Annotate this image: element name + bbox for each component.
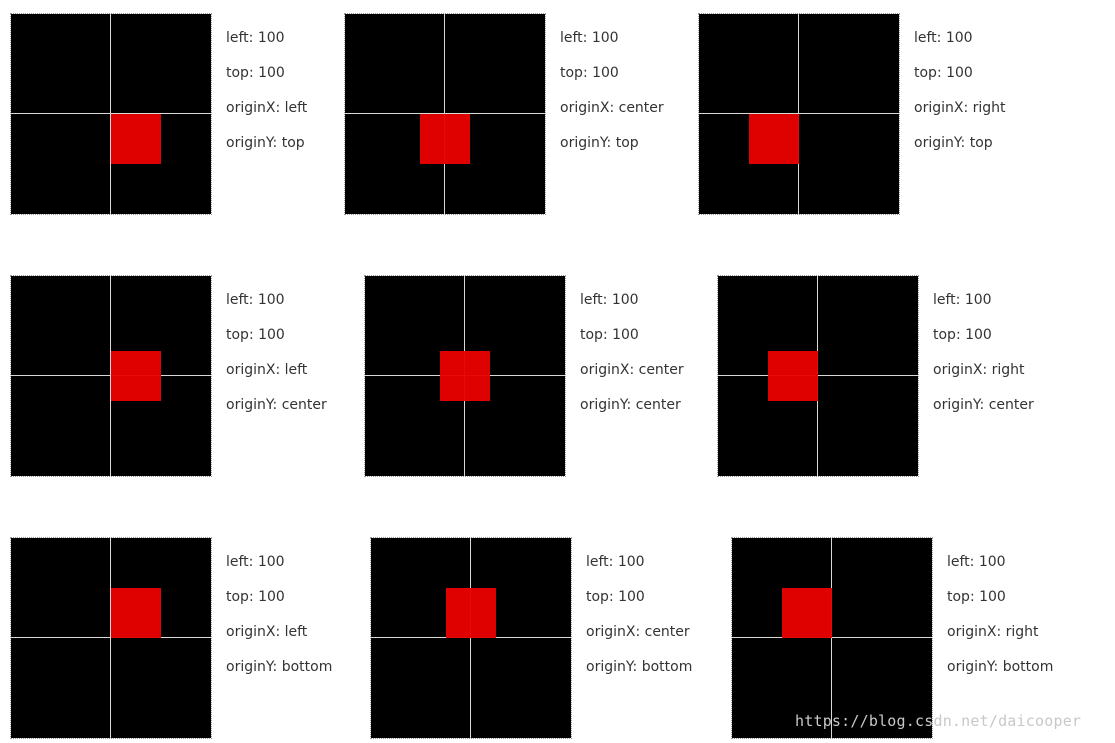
- horizontal-axis-line: [732, 637, 932, 638]
- origin-y-value: originY: top: [560, 135, 639, 151]
- canvas: [698, 13, 900, 215]
- red-rect: [446, 588, 496, 638]
- origin-x-value: originX: center: [560, 100, 664, 116]
- vertical-axis-line: [110, 538, 111, 738]
- top-value: top: 100: [933, 327, 992, 343]
- vertical-axis-line: [470, 538, 471, 738]
- property-list: left: 100 top: 100 originX: left originY…: [226, 553, 376, 693]
- top-value: top: 100: [226, 589, 285, 605]
- origin-x-value: originX: center: [580, 362, 684, 378]
- top-value: top: 100: [226, 327, 285, 343]
- origin-x-value: originX: left: [226, 624, 308, 640]
- watermark: https://blog.csdn.net/daicooper: [795, 712, 1082, 730]
- left-value: left: 100: [226, 554, 285, 570]
- left-value: left: 100: [226, 292, 285, 308]
- horizontal-axis-line: [699, 113, 899, 114]
- left-value: left: 100: [560, 30, 619, 46]
- left-value: left: 100: [914, 30, 973, 46]
- property-list: left: 100 top: 100 originX: center origi…: [560, 29, 710, 169]
- left-value: left: 100: [933, 292, 992, 308]
- origin-x-value: originX: center: [586, 624, 690, 640]
- canvas: [344, 13, 546, 215]
- origin-x-value: originX: left: [226, 362, 308, 378]
- canvas: [370, 537, 572, 739]
- canvas: [10, 275, 212, 477]
- horizontal-axis-line: [718, 375, 918, 376]
- top-value: top: 100: [586, 589, 645, 605]
- left-value: left: 100: [947, 554, 1006, 570]
- canvas: [10, 13, 212, 215]
- canvas: [731, 537, 933, 739]
- origin-y-value: originY: bottom: [586, 659, 693, 675]
- left-value: left: 100: [580, 292, 639, 308]
- red-rect: [111, 114, 161, 164]
- red-rect: [440, 351, 490, 401]
- property-list: left: 100 top: 100 originX: center origi…: [580, 291, 730, 431]
- canvas: [364, 275, 566, 477]
- vertical-axis-line: [831, 538, 832, 738]
- property-list: left: 100 top: 100 originX: left originY…: [226, 291, 376, 431]
- canvas: [717, 275, 919, 477]
- red-rect: [749, 114, 799, 164]
- red-rect: [768, 351, 818, 401]
- origin-x-value: originX: right: [914, 100, 1006, 116]
- origin-y-value: originY: center: [933, 397, 1034, 413]
- property-list: left: 100 top: 100 originX: center origi…: [586, 553, 736, 693]
- origin-x-value: originX: right: [947, 624, 1039, 640]
- origin-y-value: originY: center: [226, 397, 327, 413]
- top-value: top: 100: [560, 65, 619, 81]
- top-value: top: 100: [914, 65, 973, 81]
- origin-y-value: originY: bottom: [226, 659, 333, 675]
- origin-x-value: originX: right: [933, 362, 1025, 378]
- origin-y-value: originY: center: [580, 397, 681, 413]
- top-value: top: 100: [947, 589, 1006, 605]
- origin-y-value: originY: top: [914, 135, 993, 151]
- red-rect: [111, 588, 161, 638]
- canvas: [10, 537, 212, 739]
- red-rect: [782, 588, 832, 638]
- red-rect: [420, 114, 470, 164]
- property-list: left: 100 top: 100 originX: right origin…: [933, 291, 1083, 431]
- left-value: left: 100: [586, 554, 645, 570]
- top-value: top: 100: [580, 327, 639, 343]
- origin-y-value: originY: bottom: [947, 659, 1054, 675]
- red-rect: [111, 351, 161, 401]
- property-list: left: 100 top: 100 originX: right origin…: [947, 553, 1097, 693]
- property-list: left: 100 top: 100 originX: right origin…: [914, 29, 1064, 169]
